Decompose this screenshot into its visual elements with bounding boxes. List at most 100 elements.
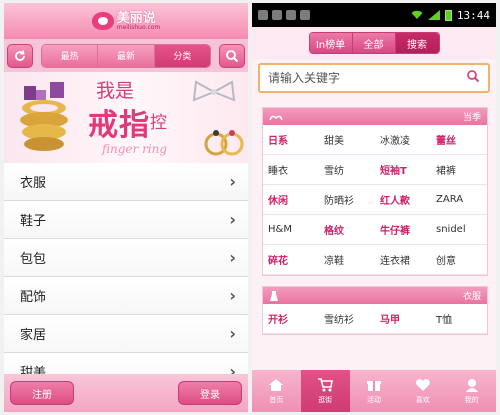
nav-profile[interactable]: 我的 xyxy=(447,370,496,412)
auth-bar: 注册 登录 xyxy=(4,374,248,412)
tag-item[interactable]: 牛仔裤 xyxy=(375,215,431,245)
refresh-button[interactable] xyxy=(7,43,33,68)
top-toolbar: 最热 最新 分类 xyxy=(4,39,248,72)
tab-hottest[interactable]: 最热 xyxy=(42,44,99,67)
logo-mark-icon xyxy=(91,12,114,30)
season-tag-grid: 日系 甜美 冰激凌 蕾丝睡衣 雪纺 短袖T 裙裤休闲 防晒衫 红人款 ZARA H&M 格纹 牛仔裤 sn… xyxy=(263,125,487,275)
menu-item-bags[interactable]: 包包 › xyxy=(4,239,248,277)
clothes-panel-header: 衣服 xyxy=(263,287,487,304)
nav-label: 活动 xyxy=(366,395,381,404)
tag-item[interactable]: 睡衣 xyxy=(263,155,319,185)
banner-line-4: finger ring xyxy=(102,142,168,156)
login-button[interactable]: 登录 xyxy=(178,381,242,405)
bra-icon xyxy=(269,115,283,120)
category-tabs: 最热 最新 分类 xyxy=(41,43,211,68)
notification-icons xyxy=(258,10,310,20)
left-screen: 美丽说 meilishuo.com 最热 最新 分类 我是 戒指 控 finge… xyxy=(4,3,248,412)
dress-icon xyxy=(270,290,278,301)
tag-item[interactable]: 雪纺衫 xyxy=(319,304,375,334)
nav-likes[interactable]: 喜欢 xyxy=(398,370,447,412)
clothes-panel-title: 衣服 xyxy=(462,292,481,302)
tab-newest[interactable]: 最新 xyxy=(98,44,155,67)
logo-title: 美丽说 xyxy=(116,10,156,26)
notification-icon xyxy=(258,10,268,20)
menu-item-clothes[interactable]: 衣服 › xyxy=(4,163,248,201)
battery-icon xyxy=(444,9,452,21)
tag-item[interactable]: snidel xyxy=(431,215,487,245)
nav-home[interactable]: 首页 xyxy=(252,370,301,412)
menu-item-label: 衣服 xyxy=(20,176,47,191)
user-icon xyxy=(465,378,478,392)
tag-item[interactable]: ZARA xyxy=(431,185,487,215)
tag-item[interactable]: T恤 xyxy=(431,304,487,334)
tab-all[interactable]: 全部 xyxy=(352,33,396,53)
search-icon[interactable] xyxy=(466,69,480,87)
clothes-tag-grid: 开衫 雪纺衫 马甲 T恤 xyxy=(263,304,487,334)
tag-item[interactable]: H&M xyxy=(263,215,319,245)
tab-categories[interactable]: 分类 xyxy=(154,44,210,67)
tab-in-ranking[interactable]: In榜单 xyxy=(309,33,353,53)
register-button[interactable]: 注册 xyxy=(10,381,74,405)
chevron-right-icon: › xyxy=(229,286,236,305)
app-logo: 美丽说 meilishuo.com xyxy=(91,10,161,31)
logo-subtitle: meilishuo.com xyxy=(116,23,161,31)
clothes-panel: 衣服 开衫 雪纺衫 马甲 T恤 xyxy=(262,286,488,335)
search-icon xyxy=(226,49,239,62)
banner-line-2: 戒指 xyxy=(88,108,150,143)
view-tabs-bar: In榜单 全部 搜索 xyxy=(252,27,496,59)
chevron-right-icon: › xyxy=(229,172,236,191)
tag-item[interactable]: 裙裤 xyxy=(431,155,487,185)
status-bar: 13:44 xyxy=(252,3,496,27)
search-bar xyxy=(258,63,490,93)
nav-label: 我的 xyxy=(464,395,479,404)
nav-label: 喜欢 xyxy=(415,395,430,404)
tag-item[interactable]: 短袖T xyxy=(375,155,431,185)
tag-item[interactable]: 碎花 xyxy=(263,245,319,275)
tag-item[interactable]: 日系 xyxy=(263,125,319,155)
tag-item[interactable]: 创意 xyxy=(431,245,487,275)
menu-item-shoes[interactable]: 鞋子 › xyxy=(4,201,248,239)
signal-icon xyxy=(427,10,440,20)
gift-icon xyxy=(366,380,381,391)
tag-item[interactable]: 雪纺 xyxy=(319,155,375,185)
heart-icon xyxy=(415,378,430,391)
tag-item[interactable]: 连衣裙 xyxy=(375,245,431,275)
menu-item-home[interactable]: 家居 › xyxy=(4,315,248,353)
menu-item-label: 配饰 xyxy=(20,290,47,305)
tag-item[interactable]: 凉鞋 xyxy=(319,245,375,275)
wifi-icon xyxy=(411,10,423,19)
notification-icon xyxy=(272,10,282,20)
chevron-right-icon: › xyxy=(229,324,236,343)
banner-line-3: 控 xyxy=(150,113,167,133)
notification-icon xyxy=(286,10,296,20)
season-panel-title: 当季 xyxy=(462,113,481,123)
category-menu: 衣服 › 鞋子 › 包包 › 配饰 › 家居 › 甜美 › xyxy=(4,163,248,391)
menu-item-accessories[interactable]: 配饰 › xyxy=(4,277,248,315)
tag-item[interactable]: 休闲 xyxy=(263,185,319,215)
chevron-right-icon: › xyxy=(229,210,236,229)
view-tabs: In榜单 全部 搜索 xyxy=(308,32,440,54)
home-icon xyxy=(269,378,284,391)
tag-item[interactable]: 蕾丝 xyxy=(431,125,487,155)
search-button[interactable] xyxy=(219,43,245,68)
tag-item[interactable]: 甜美 xyxy=(319,125,375,155)
nav-label: 逛街 xyxy=(318,395,333,404)
rings-image xyxy=(204,130,244,156)
tab-search[interactable]: 搜索 xyxy=(395,33,439,53)
tag-item[interactable]: 防晒衫 xyxy=(319,185,375,215)
tag-item[interactable]: 马甲 xyxy=(375,304,431,334)
menu-item-label: 鞋子 xyxy=(20,214,47,229)
refresh-icon xyxy=(15,49,25,61)
tag-item[interactable]: 红人款 xyxy=(375,185,431,215)
nav-events[interactable]: 活动 xyxy=(350,370,399,412)
search-input[interactable] xyxy=(268,71,448,85)
menu-item-label: 包包 xyxy=(20,252,47,267)
tag-item[interactable]: 开衫 xyxy=(263,304,319,334)
season-panel-header: 当季 xyxy=(263,108,487,125)
bottom-nav: 首页 逛街 活动 喜欢 我的 xyxy=(252,370,496,412)
promo-banner[interactable]: 我是 戒指 控 finger ring xyxy=(4,72,248,163)
chevron-right-icon: › xyxy=(229,248,236,267)
tag-item[interactable]: 格纹 xyxy=(319,215,375,245)
nav-shopping[interactable]: 逛街 xyxy=(300,370,350,412)
tag-item[interactable]: 冰激凌 xyxy=(375,125,431,155)
